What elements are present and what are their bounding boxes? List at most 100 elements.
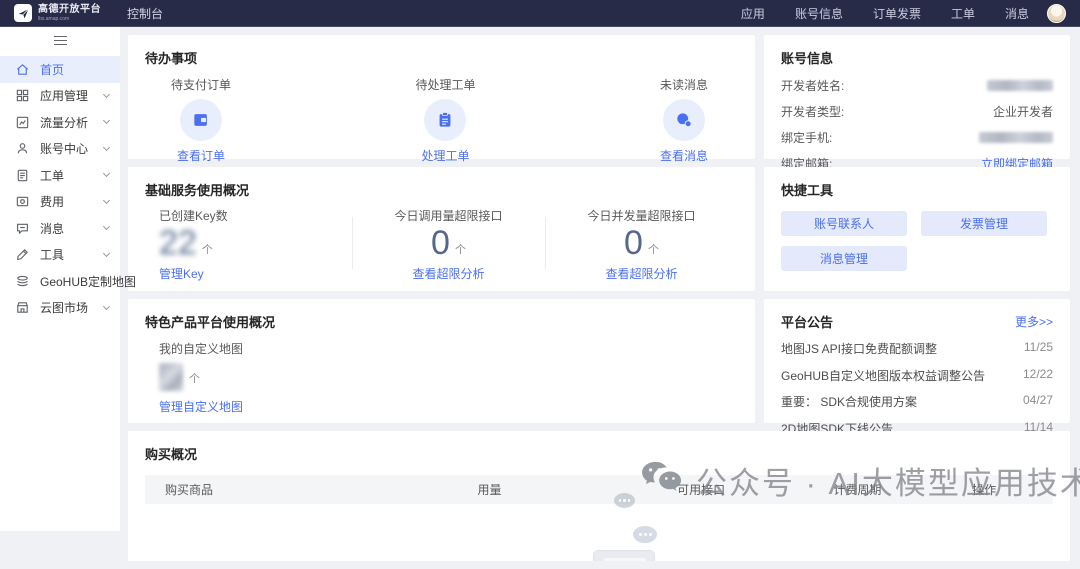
bound-phone-row: 绑定手机: <box>781 129 1053 146</box>
view-overlimit-analysis-link[interactable]: 查看超限分析 <box>412 265 484 282</box>
layers-icon <box>15 274 30 289</box>
chevron-down-icon <box>102 196 111 204</box>
concurrency-overlimit-stat: 今日并发量超限接口 0 个 查看超限分析 <box>545 207 738 282</box>
column-operation: 操作 <box>972 483 997 497</box>
chevron-down-icon <box>102 170 111 178</box>
todo-card-title: 待办事项 <box>145 51 198 66</box>
person-icon <box>15 141 30 156</box>
message-management-button[interactable]: 消息管理 <box>781 246 907 271</box>
nav-order-invoice[interactable]: 订单发票 <box>873 5 921 22</box>
chevron-down-icon <box>102 117 111 125</box>
user-avatar[interactable] <box>1047 3 1066 23</box>
redacted-phone-number <box>979 132 1053 143</box>
column-available-api: 可用接口 <box>677 483 726 497</box>
purchase-overview-title: 购买概况 <box>145 447 198 462</box>
nav-work-order[interactable]: 工单 <box>951 5 975 22</box>
manage-custom-maps-link[interactable]: 管理自定义地图 <box>159 398 738 415</box>
basic-usage-card: 基础服务使用概况 已创建Key数 22 个 管理Key 今日调用量超限接口 0 … <box>128 167 755 291</box>
ticket-icon[interactable] <box>424 99 467 141</box>
announcements-title: 平台公告 <box>781 315 834 330</box>
manage-keys-link[interactable]: 管理Key <box>159 265 352 282</box>
call-overlimit-stat: 今日调用量超限接口 0 个 查看超限分析 <box>352 207 545 282</box>
sidebar-item-cloud-map-market[interactable]: 云图市场 <box>0 295 120 322</box>
view-overlimit-analysis-link[interactable]: 查看超限分析 <box>605 265 677 282</box>
sidebar-collapse-button[interactable] <box>0 27 120 54</box>
invoice-management-button[interactable]: 发票管理 <box>921 211 1047 236</box>
basic-usage-title: 基础服务使用概况 <box>145 183 250 198</box>
todo-card: 待办事项 待支付订单 查看订单 待处理工单 处理工单 未读消息 查看消息 <box>128 35 755 163</box>
chevron-down-icon <box>102 249 111 257</box>
sidebar-item-messages[interactable]: 消息 <box>0 215 120 242</box>
sidebar-item-tools[interactable]: 工具 <box>0 242 120 269</box>
announcement-item[interactable]: 重要： SDK合规使用方案 04/27 <box>781 393 1053 410</box>
hamburger-icon <box>53 36 67 45</box>
quick-tools-title: 快捷工具 <box>781 183 834 198</box>
quick-tools-card: 快捷工具 账号联系人 发票管理 消息管理 <box>764 167 1070 291</box>
redacted-developer-name <box>987 80 1053 91</box>
featured-products-card: 特色产品平台使用概况 我的自定义地图 个 管理自定义地图 <box>128 299 755 423</box>
announcements-card: 平台公告 更多>> 地图JS API接口免费配额调整 11/25 GeoHUB自… <box>764 299 1070 436</box>
todo-pending-tickets: 待处理工单 处理工单 <box>415 78 476 164</box>
logo-subtitle: lbs.amap.com <box>38 15 70 22</box>
apps-grid-icon <box>15 88 30 103</box>
pen-tool-icon <box>15 247 30 262</box>
logo-title: 高德开放平台 <box>38 3 101 15</box>
empty-state-dots-bubble <box>633 526 657 543</box>
nav-account-info[interactable]: 账号信息 <box>795 5 843 22</box>
announcement-item[interactable]: 地图JS API接口免费配额调整 11/25 <box>781 340 1053 357</box>
main-content: 待办事项 待支付订单 查看订单 待处理工单 处理工单 未读消息 查看消息 账号信… <box>120 27 1080 569</box>
chart-icon <box>15 115 30 130</box>
money-icon <box>15 194 30 209</box>
chat-bubble-icon <box>15 221 30 236</box>
chevron-down-icon <box>102 90 111 98</box>
column-billing-cycle: 计费周期 <box>833 483 882 497</box>
redacted-custom-map-count <box>159 363 183 391</box>
chevron-down-icon <box>102 143 111 151</box>
top-nav-links: 应用 账号信息 订单发票 工单 消息 <box>741 5 1029 22</box>
purchase-table-header: 购买商品 用量 可用接口 计费周期 操作 <box>145 475 1053 504</box>
todo-pending-orders: 待支付订单 查看订单 <box>171 78 232 164</box>
message-icon[interactable] <box>662 99 705 141</box>
order-icon[interactable] <box>180 99 222 141</box>
sidebar-item-geohub-custom-map[interactable]: GeoHUB定制地图 <box>0 268 136 295</box>
home-icon <box>15 62 30 77</box>
storefront-icon <box>15 300 30 315</box>
nav-applications[interactable]: 应用 <box>741 5 765 22</box>
console-nav-label[interactable]: 控制台 <box>127 5 163 22</box>
paper-plane-logo-icon <box>14 4 32 22</box>
concurrency-overlimit-value: 0 <box>624 224 643 262</box>
announcement-item[interactable]: GeoHUB自定义地图版本权益调整公告 12/22 <box>781 367 1053 384</box>
chevron-down-icon <box>102 223 111 231</box>
more-announcements-link[interactable]: 更多>> <box>1015 313 1053 330</box>
sidebar: 首页 应用管理 流量分析 账号中心 工单 费用 消息 工具 GeoHUB定制地图… <box>0 27 136 531</box>
account-info-card: 账号信息 开发者姓名: 开发者类型: 企业开发者 绑定手机: 绑定邮箱: 立即绑… <box>764 35 1070 171</box>
account-card-title: 账号信息 <box>781 51 834 66</box>
created-keys-value: 22 <box>159 224 197 262</box>
column-usage: 用量 <box>477 483 502 497</box>
view-messages-link[interactable]: 查看消息 <box>660 147 708 164</box>
top-navigation-bar: 高德开放平台 lbs.amap.com 控制台 应用 账号信息 订单发票 工单 … <box>0 0 1080 27</box>
sidebar-item-traffic-analysis[interactable]: 流量分析 <box>0 109 120 136</box>
purchase-overview-card: 购买概况 购买商品 用量 可用接口 计费周期 操作 <box>128 431 1070 561</box>
account-contacts-button[interactable]: 账号联系人 <box>781 211 907 236</box>
call-overlimit-value: 0 <box>431 224 450 262</box>
column-purchased-product: 购买商品 <box>165 483 214 497</box>
chevron-down-icon <box>102 302 111 310</box>
featured-products-title: 特色产品平台使用概况 <box>145 315 276 330</box>
nav-messages[interactable]: 消息 <box>1005 5 1029 22</box>
sidebar-menu: 首页 应用管理 流量分析 账号中心 工单 费用 消息 工具 GeoHUB定制地图… <box>0 56 136 322</box>
amap-logo[interactable]: 高德开放平台 lbs.amap.com <box>14 4 101 22</box>
created-keys-stat: 已创建Key数 22 个 管理Key <box>145 207 352 282</box>
empty-table-body <box>145 504 1053 561</box>
view-orders-link[interactable]: 查看订单 <box>177 147 225 164</box>
developer-name-row: 开发者姓名: <box>781 77 1053 94</box>
developer-type-row: 开发者类型: 企业开发者 <box>781 105 1053 119</box>
sidebar-item-app-management[interactable]: 应用管理 <box>0 83 120 110</box>
sidebar-item-account-center[interactable]: 账号中心 <box>0 136 120 163</box>
todo-unread-messages: 未读消息 查看消息 <box>659 78 708 164</box>
sidebar-item-fees[interactable]: 费用 <box>0 189 120 216</box>
sidebar-item-work-order[interactable]: 工单 <box>0 162 120 189</box>
process-tickets-link[interactable]: 处理工单 <box>421 147 469 164</box>
empty-state-laptop-illustration <box>593 550 655 561</box>
sidebar-item-home[interactable]: 首页 <box>0 56 120 83</box>
